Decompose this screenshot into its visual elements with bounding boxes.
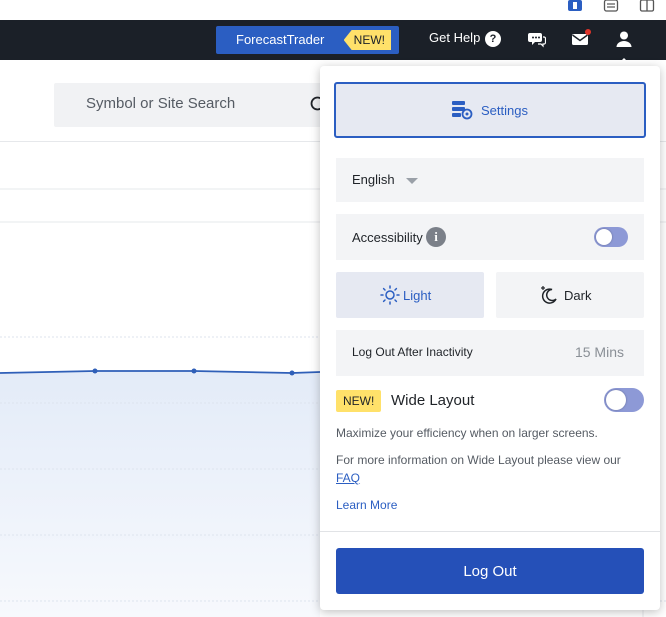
- accessibility-toggle[interactable]: [594, 227, 628, 247]
- panel-divider: [320, 531, 660, 532]
- wide-layout-description: Maximize your efficiency when on larger …: [336, 426, 598, 440]
- browser-toolbar-strip: [0, 0, 666, 20]
- wide-layout-title: Wide Layout: [391, 392, 475, 409]
- settings-button[interactable]: Settings: [334, 82, 646, 138]
- wide-layout-new-badge: NEW!: [336, 390, 382, 412]
- wide-layout-more-info: For more information on Wide Layout plea…: [336, 451, 636, 487]
- settings-label: Settings: [481, 103, 528, 118]
- more-info-text: For more information on Wide Layout plea…: [336, 453, 621, 467]
- inactivity-value: 15 Mins: [574, 344, 624, 360]
- language-value: English: [352, 172, 395, 187]
- dark-theme-label: Dark: [564, 288, 592, 303]
- dark-theme-button[interactable]: Dark: [496, 272, 644, 318]
- accessibility-label: Accessibility: [352, 230, 423, 245]
- learn-more-link[interactable]: Learn More: [336, 498, 397, 512]
- forecast-trader-label: ForecastTrader: [236, 32, 325, 47]
- user-icon[interactable]: [615, 30, 633, 48]
- light-theme-label: Light: [403, 288, 432, 303]
- site-search-box: [54, 83, 334, 127]
- settings-dropdown-panel: Settings English Accessibility i Light D…: [320, 66, 660, 610]
- extensions-icon[interactable]: [603, 0, 619, 14]
- language-select[interactable]: English: [336, 158, 644, 202]
- log-out-button[interactable]: Log Out: [336, 548, 644, 594]
- info-icon[interactable]: i: [426, 227, 446, 247]
- forecast-trader-button[interactable]: ForecastTrader NEW!: [216, 26, 399, 54]
- search-input[interactable]: [86, 95, 286, 112]
- unread-indicator: [585, 29, 591, 35]
- panel-caret: [616, 58, 632, 66]
- get-help-link[interactable]: Get Help: [429, 30, 480, 45]
- settings-icon: [452, 101, 473, 120]
- inactivity-timeout-select[interactable]: Log Out After Inactivity 15 Mins: [336, 330, 644, 376]
- moon-icon: [541, 286, 557, 304]
- inactivity-label: Log Out After Inactivity: [352, 345, 473, 359]
- accessibility-row: Accessibility i: [336, 214, 644, 260]
- sun-icon: [380, 285, 400, 305]
- chevron-down-icon: [406, 178, 418, 184]
- light-theme-button[interactable]: Light: [336, 272, 484, 318]
- help-icon[interactable]: ?: [485, 31, 501, 47]
- bookmark-icon[interactable]: [567, 0, 583, 14]
- toggle-knob: [606, 390, 626, 410]
- faq-link[interactable]: FAQ: [336, 471, 360, 485]
- wide-layout-toggle[interactable]: [604, 388, 644, 412]
- top-navigation-bar: ForecastTrader NEW! Get Help ?: [0, 20, 666, 60]
- sidebar-icon[interactable]: [639, 0, 655, 14]
- toggle-knob: [596, 229, 612, 245]
- new-badge: NEW!: [343, 30, 391, 50]
- chat-icon[interactable]: [528, 30, 546, 48]
